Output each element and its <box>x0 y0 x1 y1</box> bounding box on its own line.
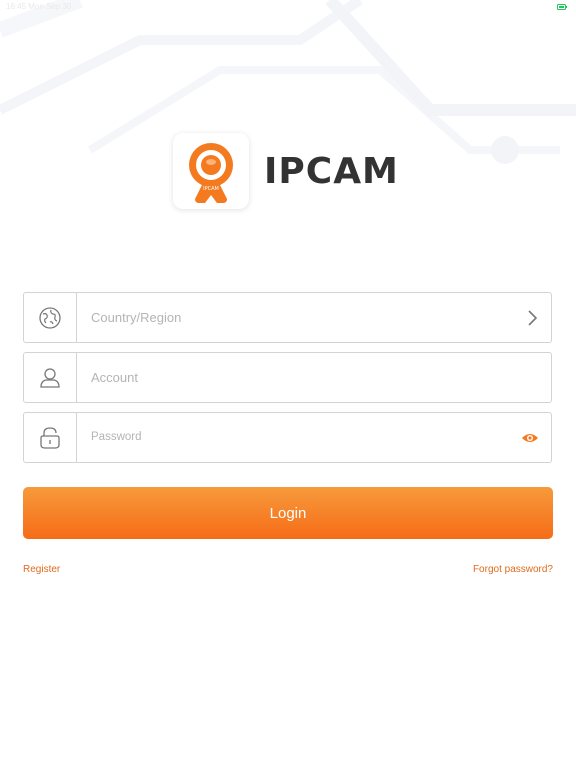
eye-icon <box>522 433 538 442</box>
logo-text: IPCAM <box>203 186 219 192</box>
globe-icon <box>39 306 61 329</box>
webcam-logo-icon: IPCAM <box>189 143 233 203</box>
user-icon <box>40 367 60 388</box>
chevron-right-icon <box>528 309 538 326</box>
account-placeholder: Account <box>91 370 138 385</box>
lock-icon <box>40 426 60 449</box>
battery-icon <box>557 4 567 10</box>
country-chevron[interactable] <box>527 293 539 342</box>
password-placeholder: Password <box>91 431 142 443</box>
app-title: IPCAM <box>264 151 399 192</box>
password-visibility-toggle[interactable] <box>521 413 539 462</box>
status-time: 16:45 Mon Sep 30 <box>6 2 72 11</box>
account-field[interactable]: Account <box>23 352 552 403</box>
background-decoration <box>0 0 576 164</box>
country-region-placeholder: Country/Region <box>91 310 182 325</box>
register-link[interactable]: Register <box>23 564 60 575</box>
forgot-password-link[interactable]: Forgot password? <box>473 564 553 575</box>
password-icon-box <box>24 413 77 462</box>
country-region-field[interactable]: Country/Region <box>23 292 552 343</box>
status-bar: 16:45 Mon Sep 30 <box>0 0 576 14</box>
account-icon-box <box>24 353 77 402</box>
login-button[interactable]: Login <box>23 487 553 539</box>
password-field[interactable]: Password <box>23 412 552 463</box>
country-icon-box <box>24 293 77 342</box>
app-logo: IPCAM <box>173 133 249 209</box>
